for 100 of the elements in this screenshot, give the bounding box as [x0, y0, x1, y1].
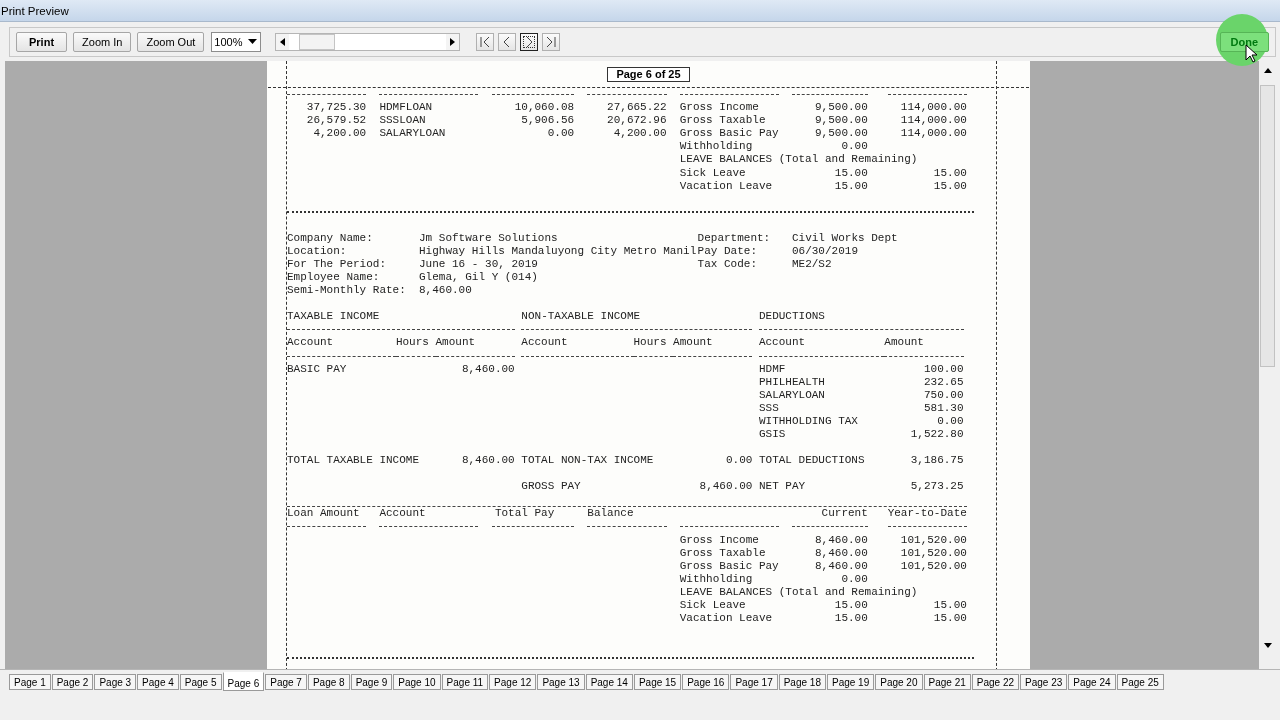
summary-label: Gross Income	[678, 533, 760, 547]
loan-balance: 4,200.00	[612, 127, 667, 141]
year-to-date-amount: 114,000.00	[899, 114, 967, 128]
current-amount: 15.00	[833, 179, 868, 193]
current-amount: 0.00	[840, 572, 868, 586]
year-to-date-amount: 114,000.00	[899, 127, 967, 141]
summary-label: Gross Income	[678, 101, 760, 115]
column-header: Hours	[395, 336, 430, 350]
field-label: Employee Name:	[287, 271, 381, 285]
field-label: Semi-Monthly Rate:	[287, 284, 407, 298]
page-tab[interactable]: Page 5	[179, 674, 222, 690]
page-tab[interactable]: Page 21	[923, 674, 971, 690]
scroll-right-icon	[450, 37, 456, 46]
loan-balance: 20,672.96	[606, 114, 667, 128]
section-heading: TAXABLE INCOME	[287, 310, 381, 324]
total-amount: 3,186.75	[909, 454, 964, 468]
page-tab[interactable]: Page 19	[826, 674, 875, 690]
scroll-thumb[interactable]	[1260, 85, 1275, 367]
loan-amount: 4,200.00	[312, 127, 367, 141]
field-value: 8,460.00	[419, 284, 473, 298]
deduction-amount: 750.00	[922, 388, 964, 402]
page-tab[interactable]: Page 13	[537, 674, 585, 690]
column-header: Account	[757, 336, 807, 350]
field-label: Location:	[287, 244, 348, 258]
column-header: Current	[820, 507, 868, 521]
year-to-date-amount: 15.00	[932, 599, 967, 613]
summary-label: Withholding	[678, 572, 754, 586]
window-title: Print Preview	[0, 4, 69, 17]
last-page-button[interactable]	[542, 32, 561, 51]
total-label: NET PAY	[757, 480, 807, 494]
loan-amount: 37,725.30	[305, 101, 367, 115]
current-amount: 8,460.00	[814, 559, 868, 573]
page-tab[interactable]: Page 8	[307, 674, 350, 690]
current-amount: 0.00	[840, 140, 868, 154]
page-tab[interactable]: Page 24	[1068, 674, 1116, 690]
page-tab[interactable]: Page 22	[971, 674, 1020, 690]
deduction-account: HDMF	[757, 362, 787, 376]
summary-label: Gross Taxable	[678, 546, 767, 560]
print-button[interactable]: Print	[16, 31, 68, 52]
deduction-amount: 1,522.80	[909, 428, 964, 442]
scroll-thumb[interactable]	[299, 33, 336, 50]
page-tab[interactable]: Page 4	[137, 674, 179, 690]
income-account: BASIC PAY	[287, 362, 348, 376]
deduction-account: SALARYLOAN	[757, 388, 826, 402]
current-amount: 15.00	[833, 166, 868, 180]
section-note: LEAVE BALANCES (Total and Remaining)	[678, 585, 919, 599]
page-tab[interactable]: Page 2	[51, 674, 94, 690]
deduction-account: GSIS	[757, 428, 787, 442]
field-value: Glema, Gil Y (014)	[419, 271, 539, 285]
page-tab[interactable]: Page 23	[1020, 674, 1068, 690]
deduction-amount: 232.65	[922, 375, 964, 389]
scroll-down-icon	[1263, 643, 1272, 648]
page-tab[interactable]: Page 9	[350, 674, 393, 690]
deduction-account: SSS	[757, 401, 780, 415]
column-header: Amount	[673, 336, 714, 350]
page-tab[interactable]: Page 20	[875, 674, 923, 690]
zoom-out-button[interactable]: Zoom Out	[137, 31, 205, 52]
page-tab[interactable]: Page 12	[489, 674, 537, 690]
zoom-in-button[interactable]: Zoom In	[73, 31, 132, 52]
section-note: LEAVE BALANCES (Total and Remaining)	[678, 153, 919, 167]
prev-page-button[interactable]	[498, 32, 517, 51]
page-tab[interactable]: Page 14	[585, 674, 633, 690]
column-header: Amount	[435, 336, 477, 350]
page-tab[interactable]: Page 18	[778, 674, 826, 690]
total-label: TOTAL TAXABLE INCOME	[287, 454, 421, 468]
current-amount: 9,500.00	[814, 114, 868, 128]
page-tab[interactable]: Page 16	[682, 674, 730, 690]
page-tab[interactable]: Page 1	[9, 674, 51, 690]
page-tab[interactable]: Page 6	[222, 672, 265, 691]
summary-label: Gross Basic Pay	[678, 559, 779, 573]
page-tab[interactable]: Page 3	[94, 674, 137, 690]
first-page-button[interactable]	[476, 32, 495, 51]
page-tab[interactable]: Page 10	[393, 674, 441, 690]
last-page-icon	[544, 34, 559, 49]
page-tab[interactable]: Page 7	[265, 674, 307, 690]
loan-amount: 26,579.52	[305, 114, 367, 128]
field-label: Pay Date:	[697, 244, 758, 258]
field-value: Highway Hills Mandaluyong City Metro Manil	[419, 244, 698, 258]
field-value: Civil Works Dept	[791, 231, 899, 245]
current-amount: 15.00	[833, 612, 868, 626]
loan-balance: 27,665.22	[606, 101, 667, 115]
current-amount: 9,500.00	[814, 127, 868, 141]
field-value: ME2/S2	[791, 257, 833, 272]
zoom-dropdown[interactable]: 100%	[211, 31, 262, 52]
page-scrollbar[interactable]	[275, 32, 461, 51]
total-amount: 8,460.00	[698, 480, 753, 494]
section-heading: DEDUCTIONS	[757, 310, 826, 324]
column-header: Account	[287, 336, 335, 350]
total-label: TOTAL DEDUCTIONS	[757, 454, 866, 468]
field-value: Jm Software Solutions	[419, 231, 559, 245]
loan-account: SALARYLOAN	[378, 127, 447, 141]
total-pay: 10,060.08	[513, 101, 575, 115]
summary-label: Vacation Leave	[678, 612, 774, 626]
page-tab[interactable]: Page 15	[633, 674, 682, 690]
page-tab[interactable]: Page 17	[730, 674, 778, 690]
page-tab[interactable]: Page 11	[441, 674, 489, 690]
summary-label: Sick Leave	[678, 599, 747, 613]
summary-label: Sick Leave	[678, 166, 747, 180]
next-page-button[interactable]	[520, 32, 539, 51]
page-tab[interactable]: Page 25	[1116, 674, 1164, 690]
